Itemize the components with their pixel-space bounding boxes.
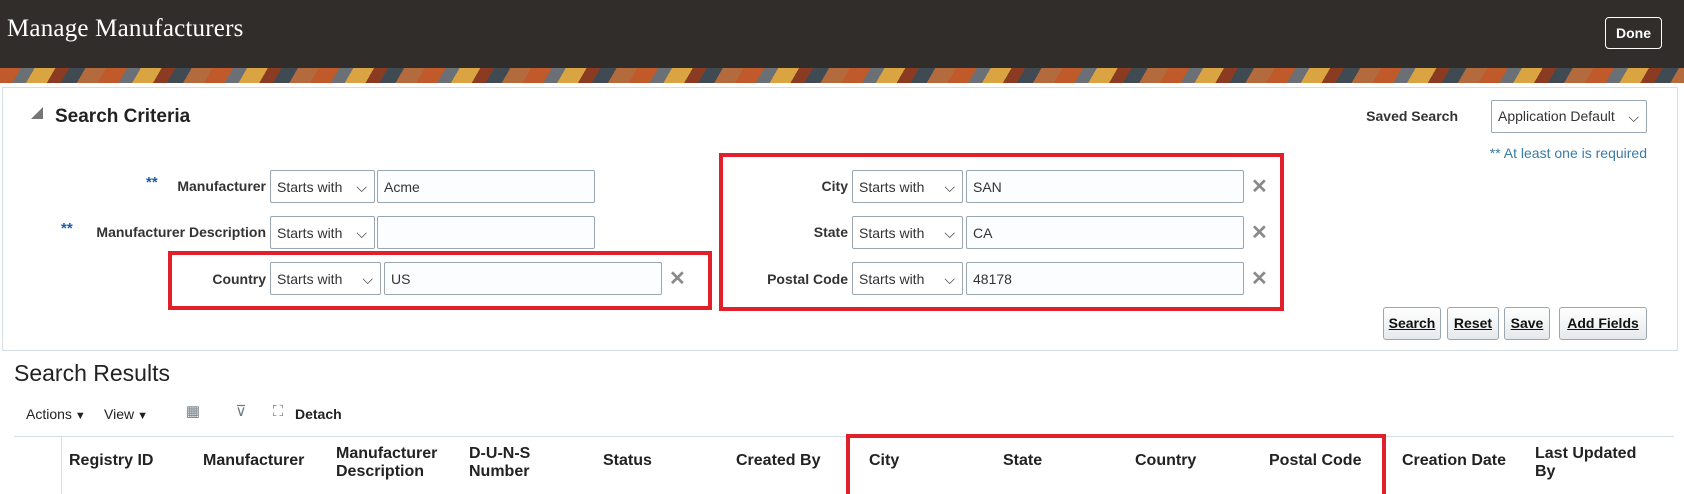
view-menu[interactable]: View ▼ [104, 406, 148, 422]
postal-code-operator-select[interactable]: Starts with ⌵ [852, 262, 963, 295]
decorative-banner [0, 68, 1684, 83]
column-header-duns-number[interactable]: D-U-N-S Number [469, 445, 549, 481]
caret-down-icon: ▼ [137, 410, 148, 422]
operator-value: Starts with [859, 225, 925, 241]
manufacturer-input[interactable]: Acme [377, 170, 595, 203]
operator-value: Starts with [859, 179, 925, 195]
column-header-status[interactable]: Status [603, 452, 728, 470]
country-operator-select[interactable]: Starts with ⌵ [270, 262, 381, 295]
column-header-country[interactable]: Country [1135, 452, 1260, 470]
manufacturer-label: Manufacturer [177, 178, 266, 194]
required-note: ** At least one is required [1489, 145, 1647, 161]
column-header-creation-date[interactable]: Creation Date [1402, 452, 1527, 470]
detach-button[interactable]: Detach [295, 406, 342, 422]
save-button[interactable]: Save [1504, 307, 1550, 340]
column-header-postal-code[interactable]: Postal Code [1269, 452, 1394, 470]
manufacturer-description-label: Manufacturer Description [96, 224, 266, 240]
column-header-city[interactable]: City [869, 452, 994, 470]
chevron-down-icon: ⌵ [356, 179, 367, 195]
city-label: City [821, 178, 848, 194]
chevron-down-icon: ⌵ [356, 225, 367, 241]
city-operator-select[interactable]: Starts with ⌵ [852, 170, 963, 203]
reset-button[interactable]: Reset [1447, 307, 1499, 340]
chevron-down-icon: ⌵ [362, 271, 373, 287]
column-header-manufacturer[interactable]: Manufacturer [203, 452, 328, 470]
country-input[interactable]: US [384, 262, 662, 295]
manufacturer-description-input[interactable] [377, 216, 595, 249]
operator-value: Starts with [277, 225, 343, 241]
chevron-down-icon: ⌵ [1628, 109, 1639, 125]
saved-search-value: Application Default [1498, 108, 1615, 124]
remove-country-icon[interactable]: ✕ [669, 266, 686, 291]
saved-search-label: Saved Search [1366, 108, 1458, 124]
detach-icon[interactable]: ⛶ [268, 402, 288, 422]
view-label: View [104, 406, 135, 422]
required-marker: ** [61, 220, 73, 237]
remove-postal-code-icon[interactable]: ✕ [1251, 266, 1268, 291]
done-button[interactable]: Done [1605, 17, 1662, 49]
state-operator-select[interactable]: Starts with ⌵ [852, 216, 963, 249]
app-header: Manage Manufacturers Done [0, 0, 1684, 68]
chevron-down-icon: ⌵ [944, 179, 955, 195]
remove-state-icon[interactable]: ✕ [1251, 220, 1268, 245]
actions-menu[interactable]: Actions ▼ [26, 406, 86, 422]
operator-value: Starts with [277, 179, 343, 195]
row-selector-column [14, 437, 62, 494]
search-results-title: Search Results [14, 360, 170, 386]
column-header-state[interactable]: State [1003, 452, 1128, 470]
search-button[interactable]: Search [1383, 307, 1441, 340]
state-input[interactable]: CA [966, 216, 1244, 249]
remove-city-icon[interactable]: ✕ [1251, 174, 1268, 199]
operator-value: Starts with [859, 271, 925, 287]
chevron-down-icon: ⌵ [944, 271, 955, 287]
page-title: Manage Manufacturers [7, 15, 244, 42]
city-input[interactable]: SAN [966, 170, 1244, 203]
chevron-down-icon: ⌵ [944, 225, 955, 241]
column-header-registry-id[interactable]: Registry ID [69, 452, 194, 470]
caret-down-icon: ▼ [74, 410, 86, 422]
state-label: State [813, 224, 848, 240]
search-criteria-title: Search Criteria [55, 106, 191, 127]
postal-code-label: Postal Code [767, 271, 848, 287]
operator-value: Starts with [277, 271, 343, 287]
saved-search-select[interactable]: Application Default ⌵ [1491, 100, 1647, 133]
manufacturer-operator-select[interactable]: Starts with ⌵ [270, 170, 375, 203]
column-header-last-updated-by[interactable]: Last Updated By [1535, 445, 1655, 481]
query-by-example-icon[interactable]: ⊽ [231, 402, 251, 422]
actions-label: Actions [26, 406, 72, 422]
required-marker: ** [146, 174, 158, 191]
freeze-columns-icon[interactable]: ▦ [183, 402, 203, 422]
column-header-created-by[interactable]: Created By [736, 452, 861, 470]
postal-code-input[interactable]: 48178 [966, 262, 1244, 295]
column-header-manufacturer-description[interactable]: Manufacturer Description [336, 445, 461, 481]
collapse-triangle-icon[interactable] [31, 107, 43, 119]
manufacturer-description-operator-select[interactable]: Starts with ⌵ [270, 216, 375, 249]
country-label: Country [212, 271, 266, 287]
add-fields-button[interactable]: Add Fields [1559, 307, 1647, 340]
